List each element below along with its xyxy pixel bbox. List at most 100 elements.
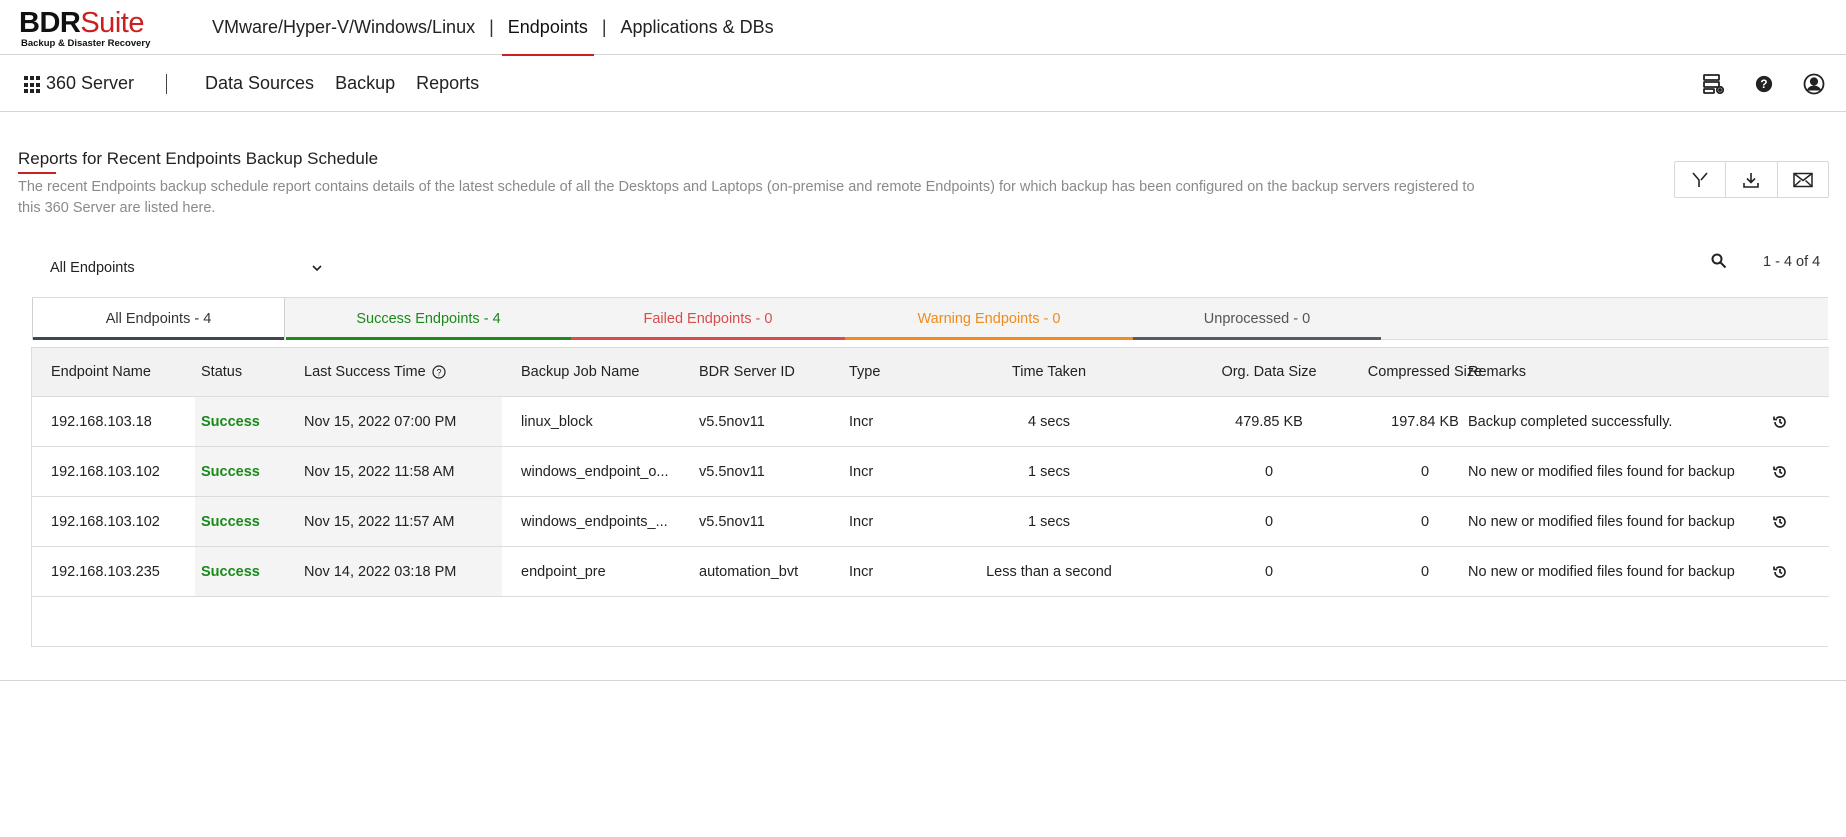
tab-label: Unprocessed - 0 (1203, 310, 1311, 327)
info-icon: ? (432, 365, 446, 379)
nav-vmware-hyperv-windows-linux[interactable]: VMware/Hyper-V/Windows/Linux (206, 0, 481, 55)
remarks: No new or modified files found for backu… (1468, 463, 1735, 480)
page-title: Reports for Recent Endpoints Backup Sche… (18, 149, 379, 168)
svg-text:?: ? (1760, 78, 1767, 91)
tab-label: Warning Endpoints - 0 (917, 310, 1061, 327)
report-actions (1674, 161, 1829, 198)
brand-logo[interactable]: BDRSuite Backup & Disaster Recovery (19, 7, 151, 50)
help-icon[interactable]: ? (1750, 71, 1778, 97)
backup-type: Incr (849, 413, 874, 430)
remarks: No new or modified files found for backu… (1468, 563, 1735, 580)
history-icon[interactable] (1768, 447, 1792, 496)
nav-separator: | (601, 17, 607, 37)
logo-wordmark: BDRSuite (19, 7, 144, 39)
endpoint-name: 192.168.103.18 (51, 413, 152, 430)
remarks: Backup completed successfully. (1468, 413, 1673, 430)
tab-label: All Endpoints - 4 (105, 310, 212, 327)
tab-warning-endpoints[interactable]: Warning Endpoints - 0 (845, 298, 1133, 340)
user-icon[interactable] (1800, 71, 1828, 97)
email-button[interactable] (1778, 162, 1828, 197)
nav-endpoints[interactable]: Endpoints (501, 0, 594, 56)
status-badge: Success (201, 413, 260, 430)
nav-applications-dbs[interactable]: Applications & DBs (615, 0, 780, 55)
table-row: 192.168.103.102 Success Nov 15, 2022 11:… (32, 497, 1829, 547)
endpoint-name: 192.168.103.102 (51, 513, 160, 530)
backup-job-name: windows_endpoint_o... (521, 463, 669, 480)
chevron-down-icon (312, 264, 322, 271)
filter-button[interactable] (1675, 162, 1727, 197)
bdr-server-id: v5.5nov11 (699, 413, 765, 430)
divider (166, 74, 167, 94)
column-header[interactable]: Endpoint Name (51, 348, 151, 396)
backup-job-name: linux_block (521, 413, 593, 430)
title-underline (18, 172, 56, 174)
column-header[interactable]: Backup Job Name (521, 348, 671, 396)
filter-icon (1692, 171, 1708, 187)
tab-success-endpoints[interactable]: Success Endpoints - 4 (286, 298, 571, 340)
last-success-time: Nov 15, 2022 11:58 AM (304, 463, 455, 480)
download-icon (1743, 172, 1760, 188)
tab-failed-endpoints[interactable]: Failed Endpoints - 0 (571, 298, 845, 340)
content-bottom-divider (0, 680, 1846, 681)
search-icon[interactable] (1710, 252, 1730, 272)
backup-job-name: endpoint_pre (521, 563, 606, 580)
column-header[interactable]: Time Taken (949, 348, 1149, 396)
product-nav: VMware/Hyper-V/Windows/Linux | Endpoints… (206, 0, 780, 56)
time-taken: Less than a second (986, 563, 1112, 580)
page-description: The recent Endpoints backup schedule rep… (18, 179, 1475, 216)
column-header[interactable]: Type (849, 348, 880, 396)
main-nav: Data Sources Backup Reports (205, 73, 500, 94)
server-settings-icon[interactable] (1700, 71, 1728, 97)
endpoint-filter-value: All Endpoints (50, 260, 135, 276)
endpoint-name: 192.168.103.102 (51, 463, 160, 480)
backup-type: Incr (849, 563, 874, 580)
column-header[interactable]: Remarks (1468, 348, 1526, 396)
backup-type: Incr (849, 513, 874, 530)
table-header: Endpoint Name Status Last Success Time ?… (32, 347, 1829, 397)
last-success-time: Nov 14, 2022 03:18 PM (304, 563, 457, 580)
svg-text:?: ? (436, 367, 441, 377)
status-badge: Success (201, 463, 260, 480)
time-taken: 1 secs (1028, 463, 1070, 480)
download-button[interactable] (1726, 162, 1778, 197)
time-taken: 1 secs (1028, 513, 1070, 530)
table-row: 192.168.103.18 Success Nov 15, 2022 07:0… (32, 397, 1829, 447)
history-icon[interactable] (1768, 497, 1792, 546)
logo-tagline: Backup & Disaster Recovery (21, 38, 151, 49)
tab-all-endpoints[interactable]: All Endpoints - 4 (32, 298, 285, 340)
sub-header: 360 Server Data Sources Backup Reports ? (0, 56, 1846, 112)
column-header[interactable]: Status (201, 348, 242, 396)
header-actions: ? (1700, 71, 1828, 97)
bdr-server-id: automation_bvt (699, 563, 799, 580)
tab-label: Success Endpoints - 4 (356, 310, 501, 327)
bdr-server-id: v5.5nov11 (699, 463, 765, 480)
nav-separator: | (489, 17, 494, 37)
history-icon[interactable] (1768, 547, 1792, 596)
backup-job-name: windows_endpoints_... (521, 513, 668, 530)
endpoint-name: 192.168.103.235 (51, 563, 160, 580)
status-badge: Success (201, 563, 260, 580)
status-tabs: All Endpoints - 4 Success Endpoints - 4 … (32, 297, 1828, 340)
history-icon[interactable] (1768, 397, 1792, 446)
last-success-time: Nov 15, 2022 07:00 PM (304, 413, 457, 430)
time-taken: 4 secs (1028, 413, 1070, 430)
column-header: Last Success Time (304, 364, 426, 380)
remarks: No new or modified files found for backu… (1468, 513, 1735, 530)
status-badge: Success (201, 513, 260, 530)
nav-data-sources[interactable]: Data Sources (205, 73, 314, 94)
backup-type: Incr (849, 463, 874, 480)
endpoint-filter-select[interactable]: All Endpoints (50, 255, 326, 281)
top-header: BDRSuite Backup & Disaster Recovery VMwa… (0, 0, 1846, 56)
column-header-last-success[interactable]: Last Success Time ? (304, 348, 446, 396)
table-row: 192.168.103.102 Success Nov 15, 2022 11:… (32, 447, 1829, 497)
server-label[interactable]: 360 Server (46, 73, 134, 94)
column-header[interactable]: BDR Server ID (699, 348, 795, 396)
nav-reports[interactable]: Reports (416, 73, 479, 94)
report-table: Endpoint Name Status Last Success Time ?… (31, 347, 1829, 647)
nav-backup[interactable]: Backup (335, 73, 395, 94)
mail-icon (1793, 172, 1813, 187)
tab-unprocessed[interactable]: Unprocessed - 0 (1133, 298, 1381, 340)
app-grid-icon[interactable] (24, 76, 42, 94)
table-row: 192.168.103.235 Success Nov 14, 2022 03:… (32, 547, 1829, 597)
tab-label: Failed Endpoints - 0 (643, 310, 773, 327)
